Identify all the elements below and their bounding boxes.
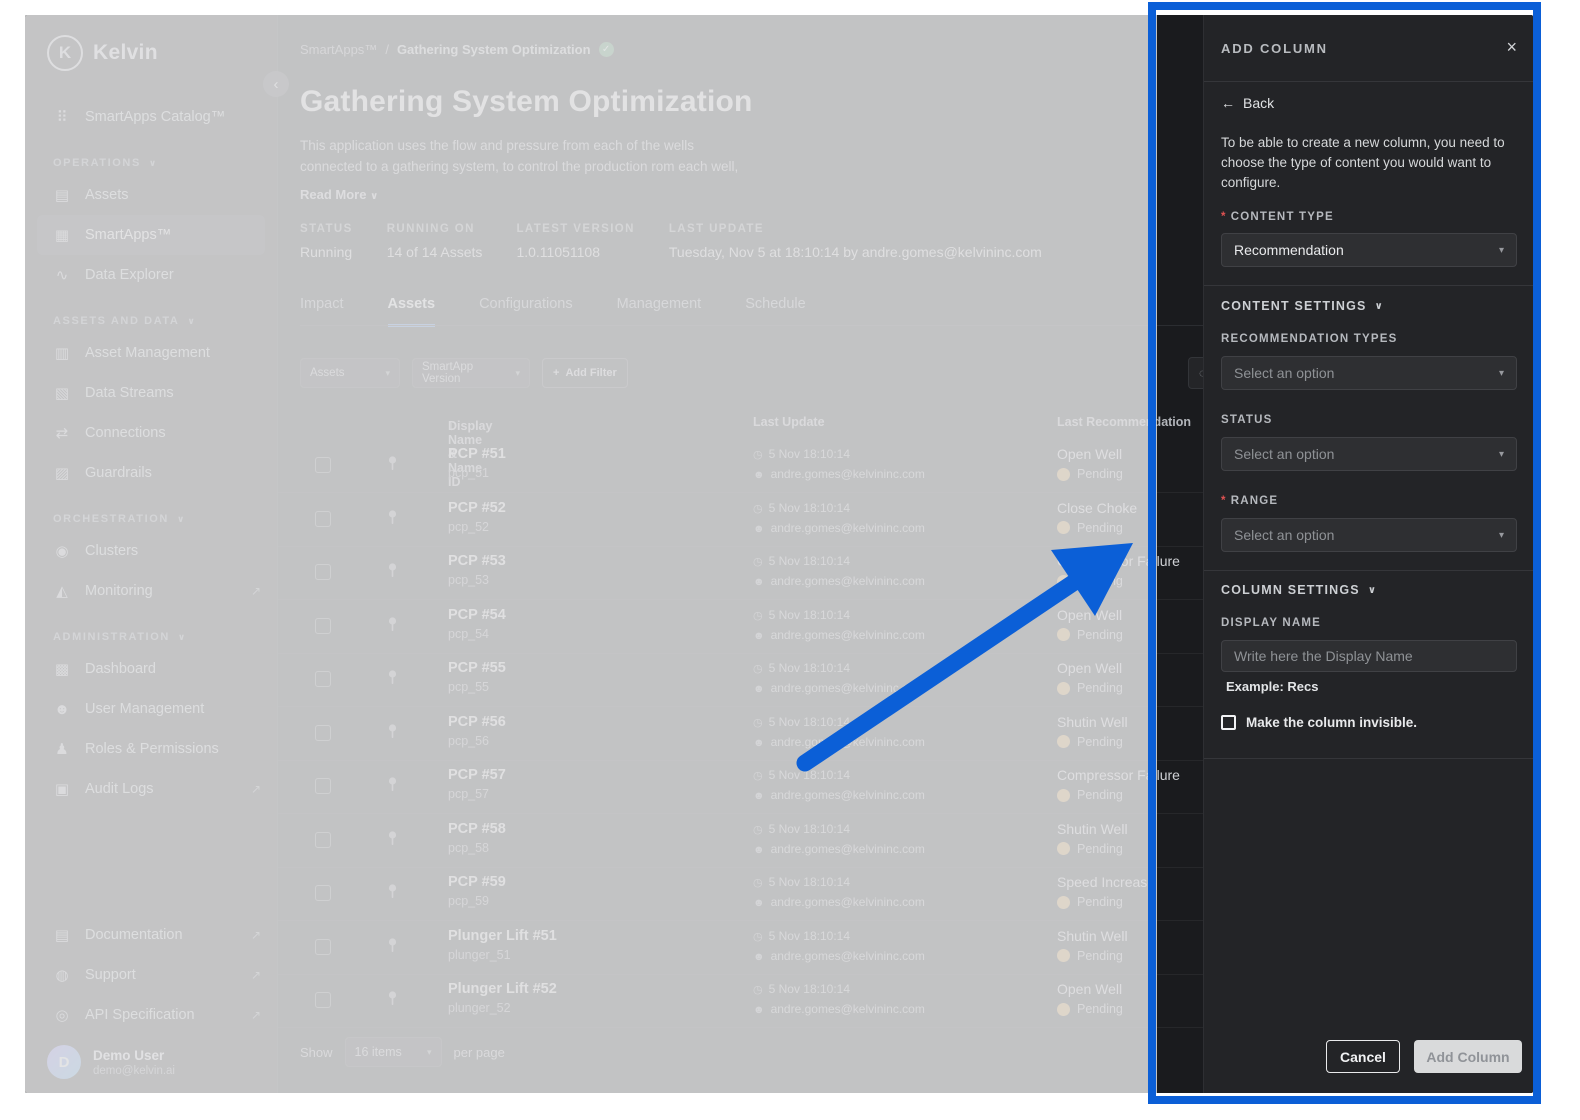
highlight-border xyxy=(1148,2,1541,1104)
pointer-arrow xyxy=(796,543,1133,772)
screenshot-canvas: K Kelvin ⠿ SmartApps Catalog™ OPERATIONS… xyxy=(0,0,1580,1120)
